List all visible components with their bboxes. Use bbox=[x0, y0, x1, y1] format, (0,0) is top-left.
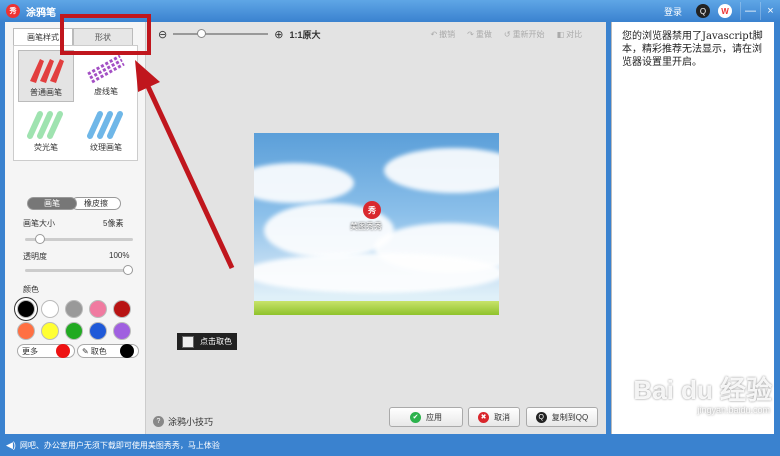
mode-brush-button[interactable]: 画笔 bbox=[27, 197, 77, 210]
baidu-watermark: Bai du 经验 bbox=[633, 375, 772, 405]
baidu-watermark-url: jingyan.baidu.com bbox=[697, 405, 770, 415]
